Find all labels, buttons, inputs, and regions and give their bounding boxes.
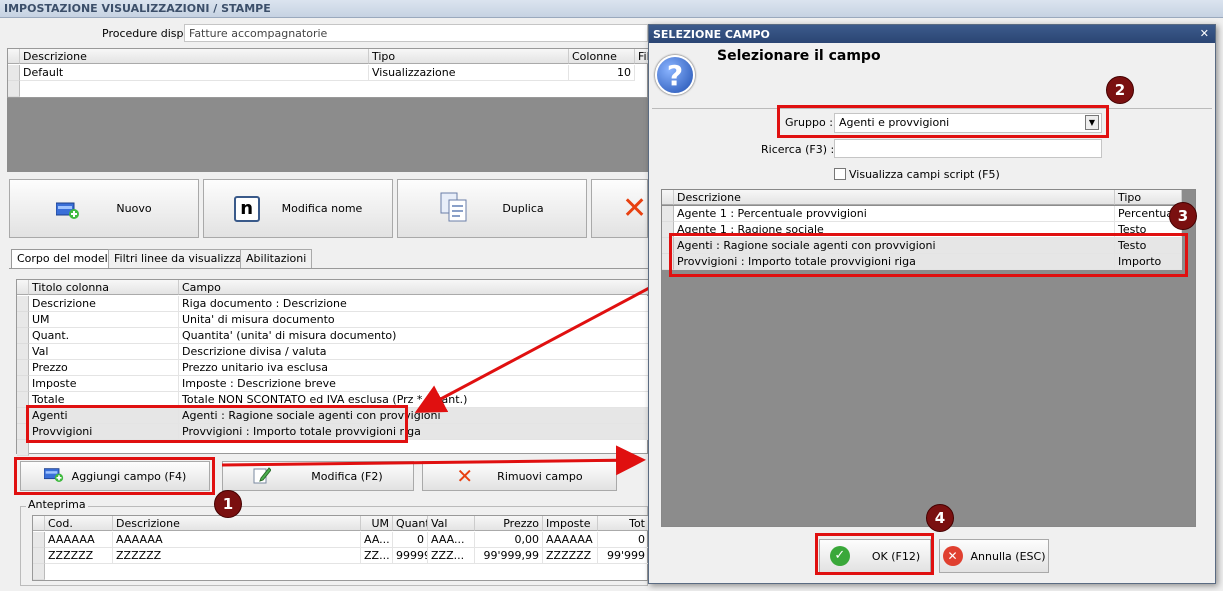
row-indicator	[662, 206, 674, 222]
highlight-add-field-button	[14, 457, 215, 495]
dialog-heading: Selezionare il campo	[717, 48, 881, 64]
search-input[interactable]	[834, 139, 1102, 158]
dialog-col-descrizione[interactable]: Descrizione	[674, 190, 1115, 205]
dialog-col-tipo[interactable]: Tipo	[1115, 190, 1182, 205]
cancel-label: Annulla (ESC)	[970, 549, 1046, 563]
highlight-group-combo	[777, 105, 1109, 138]
highlight-added-rows	[26, 405, 408, 443]
step-badge-1: 1	[214, 490, 242, 518]
highlight-ok-button	[815, 533, 934, 575]
highlight-selected-fields	[669, 233, 1188, 277]
step-badge-4: 4	[926, 504, 954, 532]
cancel-button[interactable]: ✕ Annulla (ESC)	[939, 539, 1049, 573]
step-badge-2: 2	[1106, 76, 1134, 104]
dialog-row-descrizione[interactable]: Agente 1 : Percentuale provvigioni	[674, 206, 1115, 222]
dialog-title-text: SELEZIONE CAMPO	[653, 28, 770, 41]
close-icon[interactable]: ✕	[1200, 27, 1209, 40]
search-label: Ricerca (F3) :	[761, 143, 835, 156]
script-checkbox[interactable]	[834, 168, 846, 180]
step-badge-3: 3	[1169, 202, 1197, 230]
cancel-icon: ✕	[942, 546, 963, 566]
grid-corner	[662, 190, 674, 205]
dialog-title: SELEZIONE CAMPO ✕	[649, 25, 1215, 43]
script-checkbox-label: Visualizza campi script (F5)	[849, 168, 1000, 181]
question-icon: ?	[655, 55, 695, 95]
